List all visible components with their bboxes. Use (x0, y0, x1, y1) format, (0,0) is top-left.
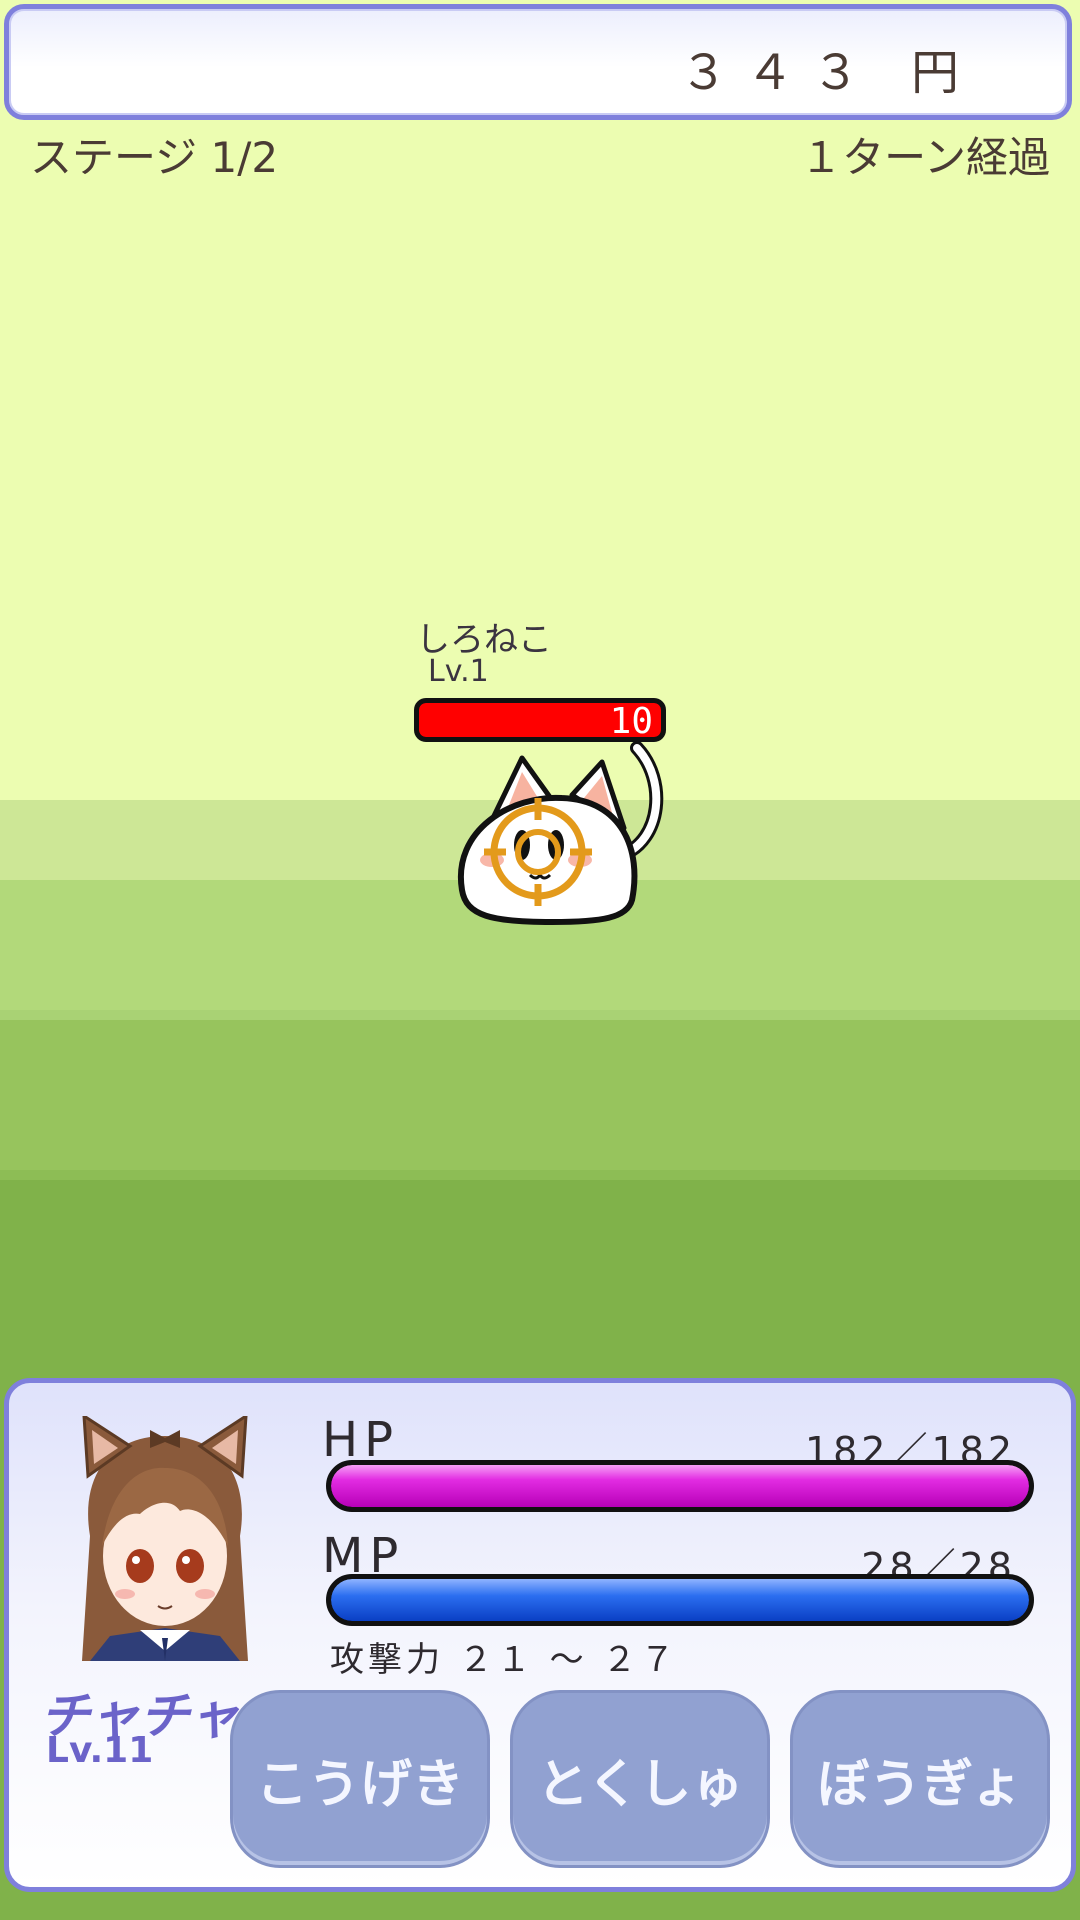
money-bar: ３４３ 円 (4, 4, 1072, 120)
attack-power: 攻撃力 ２１ ～ ２７ (330, 1640, 679, 1680)
enemy-hp-bar: 10 (414, 698, 666, 742)
character-level: Lv.11 (46, 1730, 154, 1771)
defend-button[interactable]: ぼうぎょ (790, 1690, 1050, 1868)
special-button[interactable]: とくしゅ (510, 1690, 770, 1868)
mp-bar (326, 1574, 1034, 1626)
attack-button[interactable]: こうげき (230, 1690, 490, 1868)
hp-bar-fill (331, 1465, 1029, 1507)
turn-counter: １ターン経過 (800, 133, 1050, 182)
character-portrait (82, 1416, 248, 1661)
white-cat-enemy[interactable] (452, 740, 682, 930)
sky-background (0, 0, 1080, 800)
ground-band (0, 1020, 1080, 1180)
hp-bar (326, 1460, 1034, 1512)
mp-bar-fill (331, 1579, 1029, 1621)
stage-indicator: ステージ 1/2 (30, 133, 279, 182)
enemy-hp-value: 10 (609, 701, 653, 742)
ground-band (0, 1170, 1080, 1180)
money-amount: ３４３ 円 (679, 45, 977, 101)
ground-band (0, 1010, 1080, 1020)
enemy-level: Lv.1 (428, 654, 489, 689)
